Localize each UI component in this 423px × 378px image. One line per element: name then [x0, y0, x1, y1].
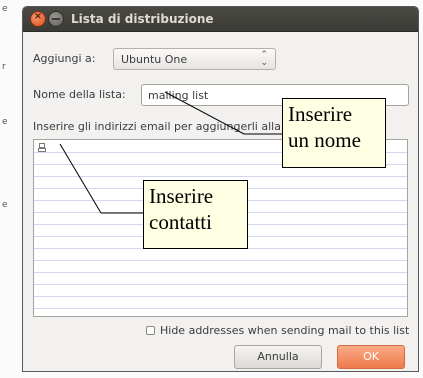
contacts-callout-line2: contatti [149, 210, 212, 234]
cancel-button[interactable]: Annulla [234, 345, 322, 369]
background-text: e [2, 4, 8, 14]
contacts-callout-line1: Inserire [149, 184, 214, 208]
chevron-updown-icon: ⌃ ⌄ [260, 50, 268, 68]
person-icon [38, 143, 46, 152]
list-row[interactable] [34, 296, 407, 309]
ok-button[interactable]: OK [337, 345, 405, 369]
minimize-button[interactable] [49, 12, 63, 26]
minimize-icon [52, 18, 60, 20]
instructions-text: Inserire gli indirizzi email per aggiung… [33, 120, 281, 133]
contacts-callout: Inserire contatti [143, 180, 248, 249]
list-name-label: Nome della lista: [33, 88, 126, 101]
background-text: r [2, 62, 6, 72]
title-bar: × Lista di distribuzione [23, 7, 418, 32]
add-to-combobox[interactable]: Ubuntu One ⌃ ⌄ [113, 48, 276, 70]
list-name-value: mailing list [148, 89, 209, 102]
add-to-label: Aggiungi a: [33, 52, 96, 65]
name-callout: Inserire un nome [282, 98, 386, 168]
name-callout-line1: Inserire [288, 102, 353, 126]
background-text: e [2, 200, 8, 210]
hide-addresses-label: Hide addresses when sending mail to this… [160, 324, 410, 337]
name-callout-line2: un nome [288, 128, 361, 152]
close-button[interactable]: × [31, 11, 45, 26]
window-title: Lista di distribuzione [71, 12, 214, 26]
close-icon: × [33, 11, 43, 22]
background-text: e [2, 117, 8, 127]
add-to-value: Ubuntu One [121, 53, 188, 66]
hide-addresses-checkbox[interactable] [146, 326, 155, 335]
